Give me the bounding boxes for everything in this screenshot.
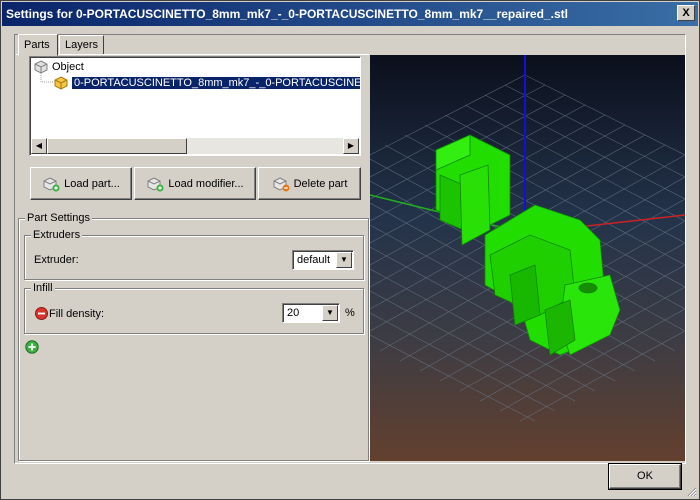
infill-title: Infill (31, 282, 55, 294)
chevron-down-icon[interactable]: ▼ (336, 252, 352, 268)
fill-density-value: 20 (287, 307, 300, 319)
fill-density-select[interactable]: 20 ▼ (282, 303, 340, 323)
load-part-label: Load part... (64, 177, 120, 190)
tab-layers[interactable]: Layers (59, 35, 104, 55)
delete-part-icon (273, 176, 290, 191)
3d-model (435, 134, 621, 356)
chevron-down-icon[interactable]: ▼ (322, 305, 338, 321)
object-tree[interactable]: Object 0-PORTACUSCINETTO_8mm_mk7_-_0-POR… (29, 56, 361, 156)
extruder-select[interactable]: default ▼ (292, 250, 354, 270)
delete-part-label: Delete part (293, 177, 348, 190)
tree-horizontal-scrollbar[interactable]: ◀ ▶ (31, 138, 359, 154)
settings-window: Settings for 0-PORTACUSCINETTO_8mm_mk7_-… (0, 0, 700, 500)
3d-preview-viewport[interactable] (370, 55, 685, 461)
load-modifier-button[interactable]: Load modifier... (134, 167, 256, 200)
load-part-icon (43, 176, 60, 191)
tab-parts[interactable]: Parts (18, 34, 58, 56)
extruder-value: default (297, 254, 331, 266)
tree-item-part[interactable]: 0-PORTACUSCINETTO_8mm_mk7_-_0-PORTACUSCI… (54, 75, 360, 91)
ok-button[interactable]: OK (609, 464, 681, 489)
3d-scene (370, 55, 685, 422)
part-settings-title: Part Settings (25, 212, 92, 224)
fill-density-label: Fill density: (49, 308, 105, 320)
extruder-label: Extruder: (34, 254, 79, 266)
extruders-title: Extruders (31, 229, 83, 241)
tree-connector (40, 73, 53, 83)
remove-setting-icon[interactable] (35, 307, 48, 320)
fill-density-unit: % (345, 307, 355, 319)
delete-part-button[interactable]: Delete part (258, 167, 361, 200)
load-modifier-label: Load modifier... (168, 177, 244, 190)
scroll-thumb[interactable] (47, 138, 187, 154)
close-button[interactable]: X (677, 5, 695, 21)
resize-grip-icon[interactable] (685, 485, 697, 497)
scroll-left-icon[interactable]: ◀ (31, 138, 47, 154)
title-bar: Settings for 0-PORTACUSCINETTO_8mm_mk7_-… (2, 2, 698, 26)
tree-item-object-label: Object (52, 61, 84, 73)
add-setting-icon[interactable] (25, 340, 39, 354)
load-modifier-icon (147, 176, 164, 191)
scroll-right-icon[interactable]: ▶ (343, 138, 359, 154)
part-cube-icon (54, 76, 68, 90)
tree-item-part-label: 0-PORTACUSCINETTO_8mm_mk7_-_0-PORTACUSCI… (70, 76, 360, 90)
object-icon (34, 60, 48, 74)
window-title: Settings for 0-PORTACUSCINETTO_8mm_mk7_-… (6, 7, 568, 21)
load-part-button[interactable]: Load part... (30, 167, 132, 200)
